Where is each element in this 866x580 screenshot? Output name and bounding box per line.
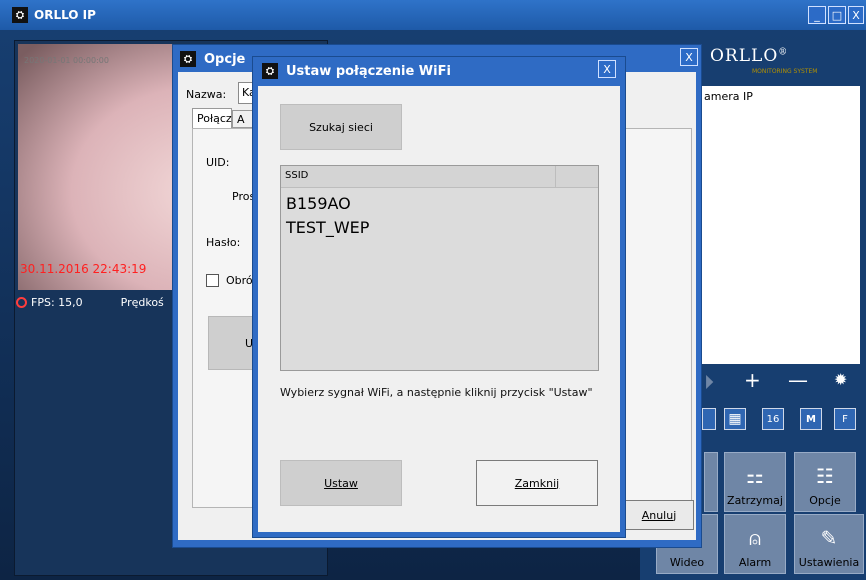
alarm-label: Alarm: [738, 556, 772, 569]
close-dialog-button[interactable]: Zamknij: [476, 460, 598, 506]
speed-label: Prędkoś: [120, 295, 164, 309]
close-button[interactable]: X: [848, 6, 864, 24]
wifi-hint-text: Wybierz sygnał WiFi, a następnie kliknij…: [280, 386, 593, 399]
add-camera-icon[interactable]: +: [744, 368, 761, 392]
options-label: Opcje: [809, 494, 841, 507]
close-dialog-label: Zamknij: [514, 476, 560, 490]
registered-mark: ®: [778, 47, 789, 58]
layout-grid-button[interactable]: ▦: [724, 408, 746, 430]
wifi-dialog-title: Ustaw połączenie WiFi: [286, 63, 451, 79]
ssid-item[interactable]: TEST_WEP: [286, 218, 369, 237]
options-logo-icon: ⛭: [180, 51, 196, 67]
main-window-title: ORLLO IP: [34, 8, 96, 22]
settings-label: Ustawienia: [798, 556, 860, 569]
layout-16-button[interactable]: 16: [762, 408, 784, 430]
alarm-bell-icon: ⍝: [749, 526, 761, 550]
ssid-column-header: SSID: [285, 170, 309, 181]
minimize-button[interactable]: _: [808, 6, 826, 24]
ssid-list-header: SSID: [281, 166, 598, 188]
layout-m-button[interactable]: M: [800, 408, 822, 430]
uid-label: UID:: [206, 156, 230, 169]
scan-networks-label: Szukaj sieci: [309, 120, 373, 134]
wifi-logo-icon: ⛭: [262, 63, 278, 79]
cancel-button[interactable]: Anuluj: [624, 500, 694, 530]
wifi-close-button[interactable]: X: [598, 60, 616, 78]
ssid-item[interactable]: B159AO: [286, 194, 351, 213]
settings-gear-icon[interactable]: ✹: [834, 370, 847, 389]
stop-button[interactable]: ⚏ Zatrzymaj: [724, 452, 786, 512]
options-button[interactable]: ☷ Opcje: [794, 452, 856, 512]
remove-camera-icon[interactable]: —: [788, 368, 808, 392]
options-dialog-title-bar: ⛭ Opcje: [174, 46, 245, 72]
power-icon[interactable]: [16, 296, 27, 308]
orllo-logo-subtitle: MONITORING SYSTEM: [752, 68, 818, 75]
camera-list-item[interactable]: amera IP: [704, 90, 856, 103]
layout-1-button[interactable]: [702, 408, 716, 430]
cancel-label: Anuluj: [641, 508, 677, 522]
video-label: Wideo: [669, 556, 705, 569]
password-label: Hasło:: [206, 236, 241, 249]
maximize-button[interactable]: □: [828, 6, 846, 24]
stop-label: Zatrzymaj: [727, 494, 783, 507]
wifi-dialog-title-bar: ⛭ Ustaw połączenie WiFi: [256, 58, 622, 84]
wrench-icon: ✎: [820, 526, 838, 550]
rotate-label: Obró: [226, 274, 253, 287]
options-dialog-title: Opcje: [204, 51, 246, 67]
app-logo-icon: ⛭: [12, 7, 28, 23]
options-close-button[interactable]: X: [680, 48, 698, 66]
layout-f-button[interactable]: F: [834, 408, 856, 430]
alarm-button[interactable]: ⍝ Alarm: [724, 514, 786, 574]
set-label: Ustaw: [324, 476, 358, 490]
settings-button[interactable]: ✎ Ustawienia: [794, 514, 864, 574]
next-icon[interactable]: ⏵: [704, 370, 714, 394]
left-partial-button[interactable]: [704, 452, 718, 512]
set-button[interactable]: Ustaw: [280, 460, 402, 506]
options-icon: ☷: [816, 464, 834, 488]
video-osd-time: 2020-01-01 00:00:00: [24, 56, 109, 65]
orllo-logo: ORLLO®: [710, 46, 788, 66]
rotate-checkbox[interactable]: [206, 274, 219, 287]
column-separator[interactable]: [555, 166, 556, 188]
scan-networks-button[interactable]: Szukaj sieci: [280, 104, 402, 150]
fps-label: FPS: 15,0: [31, 295, 83, 309]
video-timestamp: 30.11.2016 22:43:19: [20, 262, 147, 276]
camera-list[interactable]: amera IP: [700, 86, 860, 364]
orllo-logo-text: ORLLO: [710, 46, 779, 66]
name-label: Nazwa:: [186, 88, 227, 101]
main-title-bar: ⛭ ORLLO IP: [0, 0, 866, 30]
tab-connect[interactable]: Połącz: [192, 108, 232, 128]
stop-icon: ⚏: [746, 464, 764, 488]
